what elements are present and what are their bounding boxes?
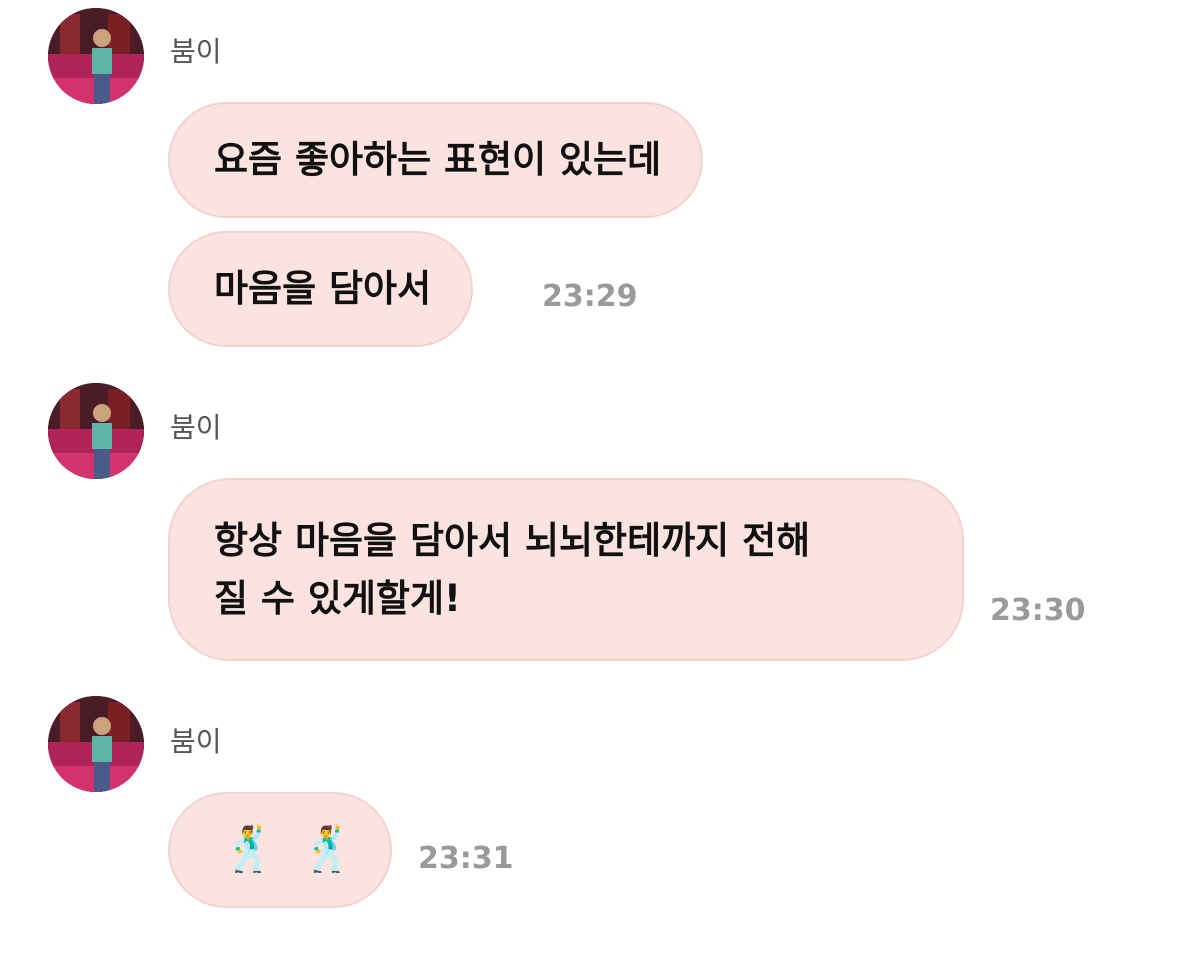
message-text: 마음을 담아서 — [214, 267, 432, 310]
sender-name: 붐이 — [170, 35, 222, 68]
message-timestamp: 23:29 — [542, 279, 638, 314]
message-timestamp: 23:31 — [418, 841, 514, 876]
dancing-man-emoji: 🕺 — [222, 824, 277, 875]
message-bubble[interactable]: 항상 마음을 담아서 뇌뇌한테까지 전해 질 수 있게할게! — [168, 478, 964, 661]
message-text-line: 항상 마음을 담아서 뇌뇌한테까지 전해 — [214, 519, 811, 562]
message-bubble[interactable]: 요즘 좋아하는 표현이 있는데 — [168, 102, 704, 218]
avatar[interactable] — [48, 696, 144, 792]
message-text-line: 질 수 있게할게! — [214, 577, 461, 620]
avatar[interactable] — [48, 8, 144, 104]
sender-name: 붐이 — [170, 725, 222, 758]
sender-name: 붐이 — [170, 411, 222, 444]
dancing-man-emoji: 🕺 — [300, 824, 356, 875]
message-bubble[interactable]: 🕺 🕺 — [168, 792, 392, 908]
message-timestamp: 23:30 — [990, 593, 1086, 628]
avatar[interactable] — [48, 383, 144, 479]
message-bubble[interactable]: 마음을 담아서 — [168, 231, 474, 347]
message-text: 요즘 좋아하는 표현이 있는데 — [214, 138, 662, 181]
message-text: 항상 마음을 담아서 뇌뇌한테까지 전해 질 수 있게할게! — [214, 512, 810, 628]
